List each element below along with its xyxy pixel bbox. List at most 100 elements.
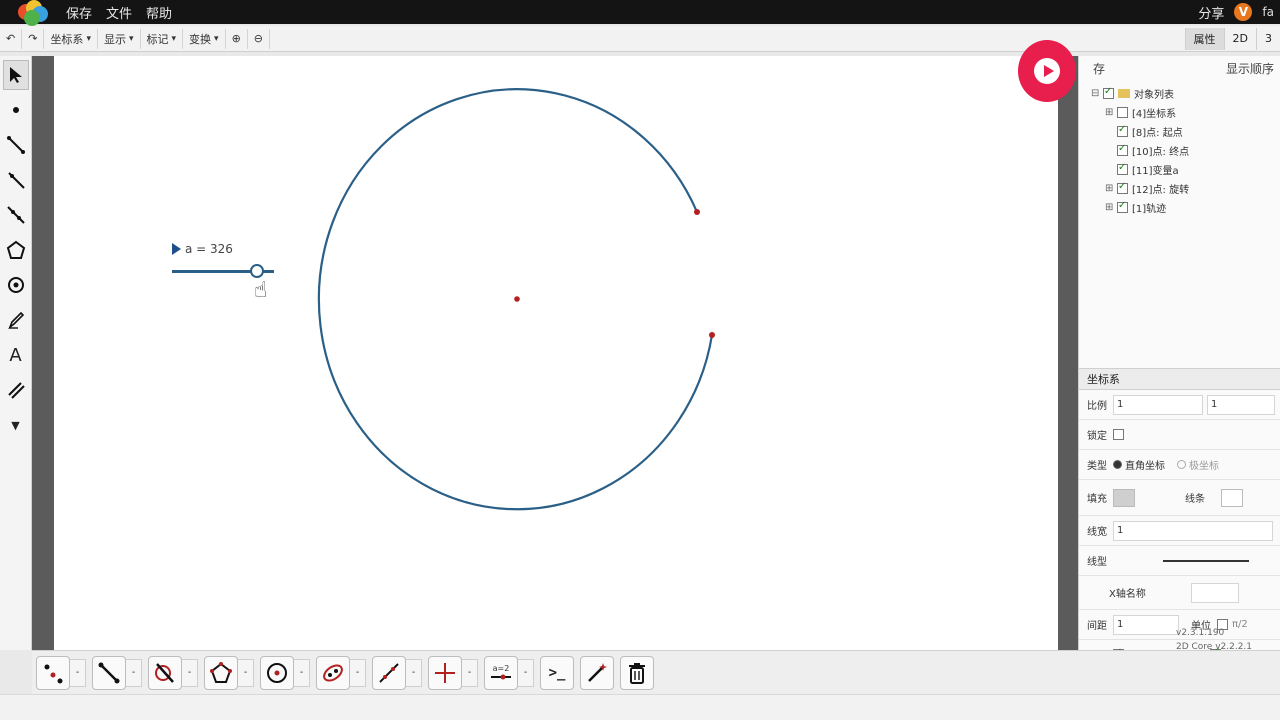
visibility-checkbox[interactable] xyxy=(1117,162,1128,175)
fill-label: 填充 xyxy=(1087,494,1107,505)
view-properties-button[interactable]: 属性 xyxy=(1184,27,1224,50)
scale-label: 比例 xyxy=(1087,401,1107,412)
user-avatar[interactable]: V xyxy=(1234,3,1253,21)
center-point[interactable] xyxy=(514,296,520,302)
main-toolbar: ↶ ↷ 坐标系 ▾ 显示 ▾ 标记 ▾ 变换 ▾ ⊕ ⊖ 属性 2D 3 xyxy=(0,26,1280,52)
x-axis-name-input[interactable] xyxy=(1191,582,1239,603)
expand-toggle-icon[interactable]: ⊞ xyxy=(1105,183,1117,194)
expand-toggle-icon[interactable]: ⊞ xyxy=(1105,107,1117,118)
slider-tool-icon[interactable]: a=2 xyxy=(484,655,518,690)
arc-start-point[interactable] xyxy=(694,209,700,215)
polygon-tool-dropdown[interactable]: - xyxy=(238,658,254,687)
version-line-1: v2.3.1.190 xyxy=(1176,628,1225,638)
undo-icon[interactable]: ↶ xyxy=(0,28,23,49)
fill-color-swatch[interactable] xyxy=(1113,488,1135,507)
expand-toggle-icon[interactable]: ⊞ xyxy=(1105,202,1117,213)
right-panel: 存 显示顺序 ⊟ 对象列表 ⊞ [4]坐标系 [8]点: 起点 [10]点: 终点 [11]… xyxy=(1078,56,1280,670)
play-icon[interactable] xyxy=(172,243,181,255)
pen-tool-icon[interactable] xyxy=(3,305,29,335)
view-3d-button[interactable]: 3 xyxy=(1256,27,1280,50)
drawing-canvas[interactable]: a = 326 ☝ xyxy=(54,56,1058,650)
menu-save[interactable]: 保存 xyxy=(66,3,92,22)
visibility-checkbox[interactable] xyxy=(1117,124,1128,137)
tree-item[interactable]: [11]变量a xyxy=(1091,160,1280,179)
segment-tool-icon[interactable] xyxy=(92,655,126,690)
prop-row-xaxis: X轴名称 xyxy=(1079,576,1280,610)
view-2d-button[interactable]: 2D xyxy=(1223,27,1256,50)
geometry-figure xyxy=(317,88,715,511)
menu-help[interactable]: 帮助 xyxy=(146,3,172,22)
visibility-checkbox[interactable] xyxy=(1103,86,1114,99)
slider-tool-dropdown[interactable]: - xyxy=(518,658,534,687)
point-tool-dropdown[interactable]: - xyxy=(70,658,86,687)
more-tools-chevron-down-icon[interactable]: ▼ xyxy=(3,410,29,440)
tree-item[interactable]: ⊞ [12]点: 旋转 xyxy=(1091,179,1280,198)
zoom-in-icon[interactable]: ⊕ xyxy=(226,28,248,49)
visibility-checkbox[interactable] xyxy=(1117,107,1128,118)
measure-tool-icon[interactable] xyxy=(3,375,29,405)
visibility-checkbox[interactable] xyxy=(1117,200,1128,213)
line-style-select[interactable] xyxy=(1163,559,1249,562)
line-width-input[interactable]: 1 xyxy=(1113,520,1273,541)
circle-tool-icon[interactable] xyxy=(3,270,29,300)
slider-a[interactable]: a = 326 xyxy=(172,242,233,256)
visibility-checkbox[interactable] xyxy=(1117,181,1128,194)
coord-system-menu[interactable]: 坐标系 ▾ xyxy=(44,28,98,49)
command-line-icon[interactable]: >_ xyxy=(540,655,574,690)
circle-tool-icon[interactable] xyxy=(260,655,294,690)
panel-tab-left[interactable]: 存 xyxy=(1093,60,1105,77)
polygon-tool-icon[interactable] xyxy=(204,655,238,690)
display-menu[interactable]: 显示 ▾ xyxy=(98,28,141,49)
transform-menu[interactable]: 变换 ▾ xyxy=(183,28,226,49)
type-radio-cartesian[interactable]: 直角坐标 xyxy=(1113,457,1165,472)
intersect-tool-dropdown[interactable]: - xyxy=(182,658,198,687)
select-arrow-icon[interactable] xyxy=(2,60,29,90)
axes-tool-group: - xyxy=(428,655,478,690)
line-tool-icon[interactable] xyxy=(372,655,406,690)
tree-item[interactable]: [8]点: 起点 xyxy=(1091,122,1280,141)
redo-icon[interactable]: ↷ xyxy=(22,28,45,49)
share-button[interactable]: 分享 xyxy=(1198,3,1224,22)
expand-toggle-icon[interactable]: ⊟ xyxy=(1091,88,1103,99)
type-radio-polar[interactable]: 极坐标 xyxy=(1177,457,1219,472)
magic-wand-icon[interactable] xyxy=(580,655,614,690)
spacing-input[interactable]: 1 xyxy=(1113,614,1179,635)
segment-tool-dropdown[interactable]: - xyxy=(126,658,142,687)
intersect-tool-icon[interactable] xyxy=(148,655,182,690)
menu-bar: 保存 文件 帮助 分享 V fa xyxy=(0,0,1280,26)
tree-item[interactable]: [10]点: 终点 xyxy=(1091,141,1280,160)
menu-file[interactable]: 文件 xyxy=(106,3,132,22)
scale-y-input[interactable]: 1 xyxy=(1207,394,1275,415)
slider-a-knob[interactable] xyxy=(250,264,264,278)
axes-tool-icon[interactable] xyxy=(428,655,462,690)
trash-icon[interactable] xyxy=(620,655,654,690)
point-tool-icon[interactable] xyxy=(36,655,70,690)
tree-item-label: [11]变量a xyxy=(1132,166,1179,177)
line-color-swatch[interactable] xyxy=(1221,488,1243,507)
ellipse-tool-icon[interactable] xyxy=(316,655,350,690)
line-width-label: 线宽 xyxy=(1087,527,1107,538)
zoom-out-icon[interactable]: ⊖ xyxy=(248,28,270,49)
mark-menu[interactable]: 标记 ▾ xyxy=(141,28,184,49)
point-tool-icon[interactable] xyxy=(3,95,29,125)
line-tool-dropdown[interactable]: - xyxy=(406,658,422,687)
line-style-label: 线型 xyxy=(1087,557,1107,568)
visibility-checkbox[interactable] xyxy=(1117,143,1128,156)
text-tool-icon[interactable]: A xyxy=(3,340,29,370)
tree-item[interactable]: ⊟ 对象列表 xyxy=(1091,84,1280,103)
axes-tool-dropdown[interactable]: - xyxy=(462,658,478,687)
line-tool-icon[interactable] xyxy=(3,200,29,230)
user-name[interactable]: fa xyxy=(1262,5,1274,19)
app-logo-icon xyxy=(18,0,52,26)
scale-x-input[interactable]: 1 xyxy=(1113,394,1203,415)
lock-checkbox[interactable] xyxy=(1113,429,1124,440)
display-order-link[interactable]: 显示顺序 xyxy=(1226,60,1274,77)
tree-item[interactable]: ⊞ [4]坐标系 xyxy=(1091,103,1280,122)
ellipse-tool-dropdown[interactable]: - xyxy=(350,658,366,687)
arc-end-point[interactable] xyxy=(709,332,715,338)
polygon-tool-icon[interactable] xyxy=(3,235,29,265)
segment-tool-icon[interactable] xyxy=(3,130,29,160)
circle-tool-dropdown[interactable]: - xyxy=(294,658,310,687)
ray-tool-icon[interactable] xyxy=(3,165,29,195)
tree-item[interactable]: ⊞ [1]轨迹 xyxy=(1091,198,1280,217)
